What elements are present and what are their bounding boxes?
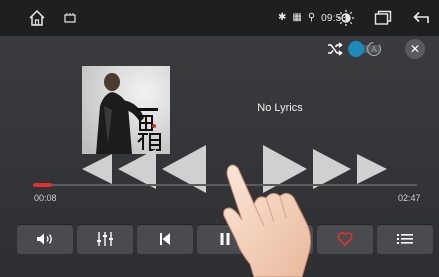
album-cover-image xyxy=(82,66,170,154)
equalizer-button[interactable] xyxy=(77,224,133,254)
close-button[interactable]: ✕ xyxy=(405,39,425,59)
sd-card-icon: ▦ xyxy=(292,12,302,23)
favorite-icon xyxy=(337,232,353,246)
hand-swipe-icon xyxy=(223,164,312,277)
playlist-button[interactable] xyxy=(377,224,433,254)
favorite-button[interactable] xyxy=(317,224,373,254)
auto-lyrics-icon: A xyxy=(366,41,382,57)
app-icon[interactable] xyxy=(64,12,76,24)
volume-button[interactable] xyxy=(17,224,73,254)
volume-icon xyxy=(37,233,52,245)
location-icon: ⚲ xyxy=(307,12,316,23)
back-icon[interactable] xyxy=(412,10,430,26)
playlist-icon xyxy=(397,234,413,244)
progress-fill xyxy=(33,183,53,187)
toggle-knob xyxy=(348,41,364,57)
status-bar: ✱ ▦ ⚲ 09:53 xyxy=(0,0,439,36)
svg-text:A: A xyxy=(371,45,377,54)
home-icon[interactable] xyxy=(28,9,46,27)
total-time: 02:47 xyxy=(398,193,421,203)
previous-button[interactable] xyxy=(137,224,193,254)
left-arrow-1 xyxy=(82,154,112,184)
lyrics-status: No Lyrics xyxy=(257,102,303,114)
windows-icon[interactable] xyxy=(374,10,392,26)
bluetooth-icon: ✱ xyxy=(278,12,287,23)
previous-icon xyxy=(160,233,170,245)
equalizer-icon xyxy=(97,232,113,246)
close-icon: ✕ xyxy=(409,42,421,56)
album-art xyxy=(82,66,170,154)
brightness-icon[interactable] xyxy=(337,9,355,27)
elapsed-time: 00:08 xyxy=(34,193,57,203)
left-arrow-2 xyxy=(118,149,156,189)
shuffle-icon[interactable] xyxy=(326,40,344,58)
lyrics-toggle[interactable]: A xyxy=(348,41,384,57)
right-arrow-3 xyxy=(357,154,387,184)
